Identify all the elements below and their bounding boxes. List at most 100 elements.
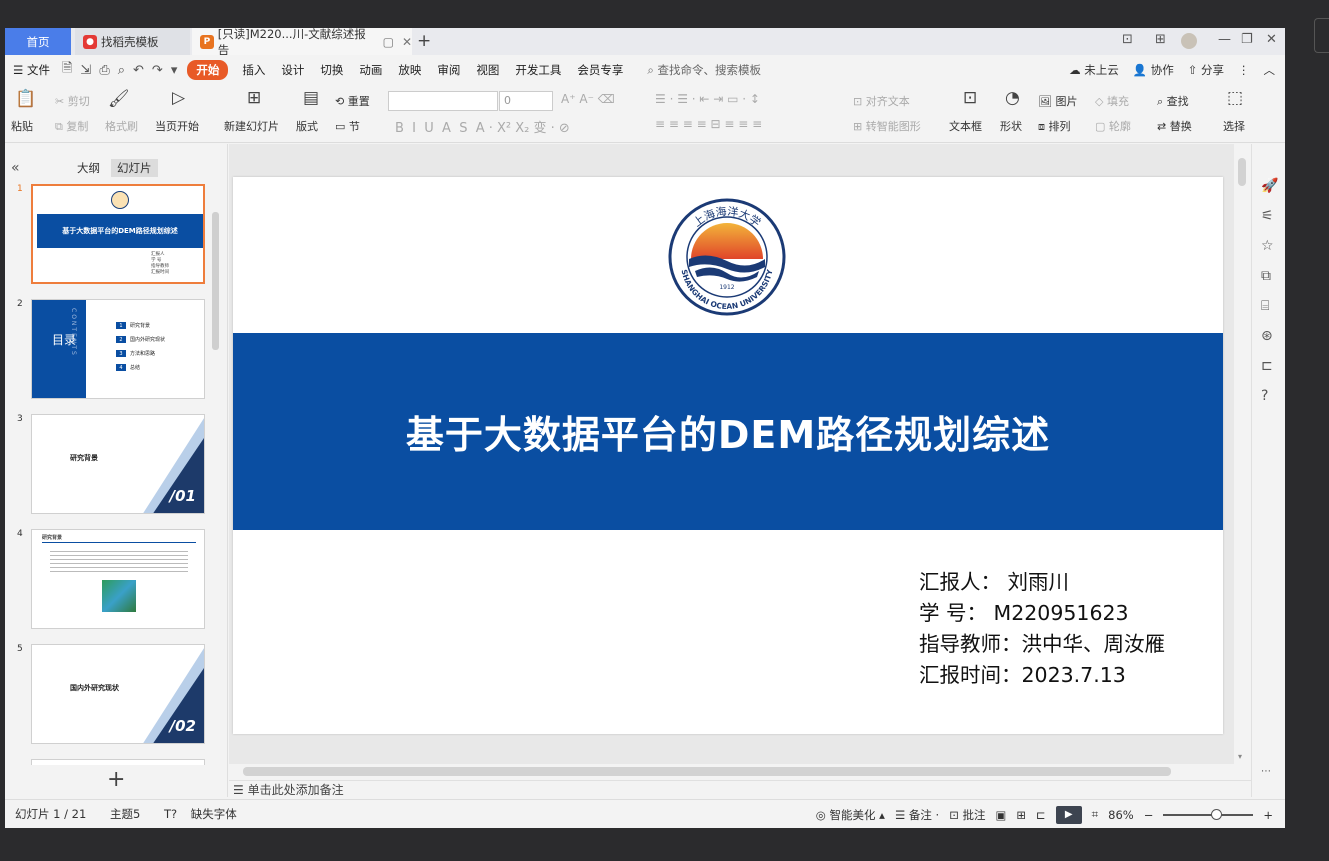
menu-transition[interactable]: 切换 bbox=[312, 62, 351, 78]
compass-icon[interactable]: ⊛ bbox=[1261, 328, 1273, 344]
screen-icon[interactable]: ▢ bbox=[383, 35, 394, 49]
arrange-button[interactable]: ⧈ 排列 bbox=[1038, 118, 1071, 134]
export-icon[interactable]: ⇲ bbox=[76, 63, 95, 78]
star-icon[interactable]: ☆ bbox=[1261, 238, 1274, 254]
font-family-select[interactable] bbox=[388, 91, 498, 111]
zoom-in-icon[interactable]: + bbox=[1263, 808, 1273, 822]
minimize-icon[interactable]: — bbox=[1218, 32, 1231, 47]
more-icon[interactable]: ⋮ bbox=[1238, 63, 1250, 77]
missing-font-button[interactable]: T? 缺失字体 bbox=[164, 807, 247, 821]
section-button[interactable]: ▭ 节 bbox=[335, 118, 360, 134]
zoom-out-icon[interactable]: − bbox=[1144, 808, 1154, 822]
cut-button[interactable]: ✂ 剪切 bbox=[55, 93, 90, 109]
new-slide-button[interactable]: 新建幻灯片 bbox=[224, 118, 279, 134]
menu-developer[interactable]: 开发工具 bbox=[507, 62, 569, 78]
select-icon[interactable]: ⬚ bbox=[1227, 88, 1243, 108]
menu-view[interactable]: 视图 bbox=[468, 62, 507, 78]
menu-slideshow[interactable]: 放映 bbox=[390, 62, 429, 78]
redo-icon[interactable]: ↷ bbox=[148, 63, 167, 78]
help-icon[interactable]: ? bbox=[1261, 388, 1268, 404]
magic-icon[interactable]: ⌸ bbox=[1261, 298, 1269, 314]
outline-button[interactable]: ▢ 轮廓 bbox=[1095, 118, 1131, 134]
settings-sliders-icon[interactable]: ⚟ bbox=[1261, 208, 1274, 224]
slide-thumb-2[interactable]: 目录 CONTENTS 1 研究背景 2 国内外研究现状 3 方法和思路 4 总结 bbox=[31, 299, 205, 399]
customize-icon[interactable]: ▾ bbox=[167, 63, 182, 78]
text-format-icons[interactable]: B I U A S A · X² X₂ 变 · ⊘ bbox=[395, 117, 570, 136]
restore-icon[interactable]: ❐ bbox=[1241, 32, 1253, 47]
slide-thumb-5[interactable]: 国内外研究现状 /02 bbox=[31, 644, 205, 744]
menu-insert[interactable]: 插入 bbox=[234, 62, 273, 78]
more-dots-icon[interactable]: ⋯ bbox=[1261, 766, 1271, 777]
font-size-select[interactable]: 0 bbox=[499, 91, 553, 111]
tab-template[interactable]: ● 找稻壳模板 bbox=[75, 28, 190, 55]
align-icons[interactable]: ≡ ≡ ≡ ≡ ⊟ ≡ ≡ ≡ bbox=[655, 117, 762, 131]
align-text-button[interactable]: ⊡ 对齐文本 bbox=[853, 93, 910, 109]
fit-window-icon[interactable]: ⌗ bbox=[1092, 807, 1098, 822]
zoom-slider[interactable] bbox=[1163, 808, 1254, 820]
cloud-status[interactable]: ☁ 未上云 bbox=[1069, 62, 1119, 78]
replace-button[interactable]: ⇄ 替换 bbox=[1157, 118, 1192, 134]
comment-toggle[interactable]: ⊡ 批注 bbox=[949, 807, 985, 823]
shape-icon[interactable]: ◔ bbox=[1005, 88, 1020, 108]
play-from-current-button[interactable]: 当页开始 bbox=[155, 118, 199, 134]
play-from-current-icon[interactable]: ▷ bbox=[172, 88, 185, 108]
textbox-button[interactable]: 文本框 bbox=[949, 118, 982, 134]
menu-animation[interactable]: 动画 bbox=[351, 62, 390, 78]
close-tab-icon[interactable]: ✕ bbox=[402, 35, 412, 49]
add-slide-icon[interactable]: + bbox=[107, 767, 125, 792]
vertical-scrollbar[interactable]: ▾ bbox=[1236, 144, 1249, 784]
command-search[interactable]: ⌕ 查找命令、搜索模板 bbox=[647, 62, 761, 78]
collapse-ribbon-icon[interactable]: ︿ bbox=[1264, 62, 1276, 78]
rocket-icon[interactable]: 🚀 bbox=[1261, 178, 1278, 194]
notes-area[interactable]: ☰ 单击此处添加备注 bbox=[229, 780, 1269, 800]
new-tab-icon[interactable]: + bbox=[417, 31, 431, 51]
layout-icon[interactable]: ▤ bbox=[303, 88, 319, 108]
list-icons[interactable]: ☰ · ☰ · ⇤ ⇥ ▭ · ↕ bbox=[655, 92, 760, 106]
reading-view-icon[interactable]: ⊏ bbox=[1036, 808, 1046, 822]
format-painter-icon[interactable]: 🖌 bbox=[108, 89, 130, 109]
select-button[interactable]: 选择 bbox=[1223, 118, 1245, 134]
horizontal-scrollbar[interactable] bbox=[229, 764, 1234, 778]
horizontal-scroll-thumb[interactable] bbox=[243, 767, 1171, 776]
layout-button[interactable]: 版式 bbox=[296, 118, 318, 134]
vertical-scroll-thumb[interactable] bbox=[1238, 158, 1246, 186]
format-painter-button[interactable]: 格式刷 bbox=[105, 118, 138, 134]
slide-thumb-1[interactable]: 基于大数据平台的DEM路径规划综述 汇报人学 号指导教师 汇报时间 bbox=[31, 184, 205, 284]
tab-document[interactable]: P [只读]M220...川-文献综述报告 ▢ ✕ bbox=[192, 28, 412, 57]
smartart-button[interactable]: ⊞ 转智能图形 bbox=[853, 118, 921, 134]
slide-thumb-6-partial[interactable] bbox=[31, 759, 205, 765]
scroll-down-icon[interactable]: ▾ bbox=[1238, 752, 1242, 761]
textbox-icon[interactable]: ⊡ bbox=[963, 88, 977, 108]
font-grow-shrink-icon[interactable]: A⁺ A⁻ ⌫ bbox=[561, 92, 615, 106]
grid-icon[interactable]: ⊞ bbox=[1155, 32, 1166, 47]
reset-button[interactable]: ⟲ 重置 bbox=[335, 93, 370, 109]
save-icon[interactable]: 🗎 bbox=[58, 59, 76, 81]
picture-button[interactable]: 🖼 图片 bbox=[1038, 93, 1077, 109]
collab-button[interactable]: 👤 协作 bbox=[1133, 62, 1174, 78]
print-icon[interactable]: ⎙ bbox=[95, 63, 113, 78]
sorter-view-icon[interactable]: ⊞ bbox=[1016, 808, 1026, 822]
menu-start[interactable]: 开始 bbox=[187, 60, 229, 80]
file-menu[interactable]: ☰ 文件 bbox=[5, 62, 58, 78]
menu-design[interactable]: 设计 bbox=[273, 62, 312, 78]
slide-info-block[interactable]: 汇报人： 刘雨川 学 号： M220951623 指导教师：洪中华、周汝雁 汇报… bbox=[919, 567, 1165, 691]
slide-title[interactable]: 基于大数据平台的DEM路径规划综述 bbox=[406, 404, 1050, 459]
notes-toggle[interactable]: ☰ 备注 · bbox=[895, 807, 939, 823]
tab-home[interactable]: 首页 bbox=[5, 28, 71, 55]
slides-icon[interactable]: ⧉ bbox=[1261, 268, 1271, 284]
normal-view-icon[interactable]: ▣ bbox=[996, 808, 1007, 822]
undo-icon[interactable]: ↶ bbox=[129, 63, 148, 78]
new-slide-icon[interactable]: ⊞ bbox=[247, 88, 261, 108]
theme-name[interactable]: 主题5 bbox=[110, 807, 140, 821]
paste-button[interactable]: 粘贴 bbox=[11, 118, 33, 134]
slide[interactable]: 1912 SHANGHAI OCEAN UNIVERSITY 上海海洋大学 基于… bbox=[233, 177, 1223, 734]
layout-icon[interactable]: ⊡ bbox=[1122, 32, 1133, 47]
share-button[interactable]: ⇧ 分享 bbox=[1188, 62, 1224, 78]
slide-thumb-4[interactable]: 研究背景 bbox=[31, 529, 205, 629]
menu-member[interactable]: 会员专享 bbox=[569, 62, 631, 78]
fill-button[interactable]: ◇ 填充 bbox=[1095, 93, 1129, 109]
slide-thumb-3[interactable]: 研究背景 /01 bbox=[31, 414, 205, 514]
tab-outline[interactable]: 大纲 bbox=[71, 159, 106, 177]
zoom-slider-knob[interactable] bbox=[1211, 808, 1223, 820]
tab-slides[interactable]: 幻灯片 bbox=[111, 159, 158, 177]
